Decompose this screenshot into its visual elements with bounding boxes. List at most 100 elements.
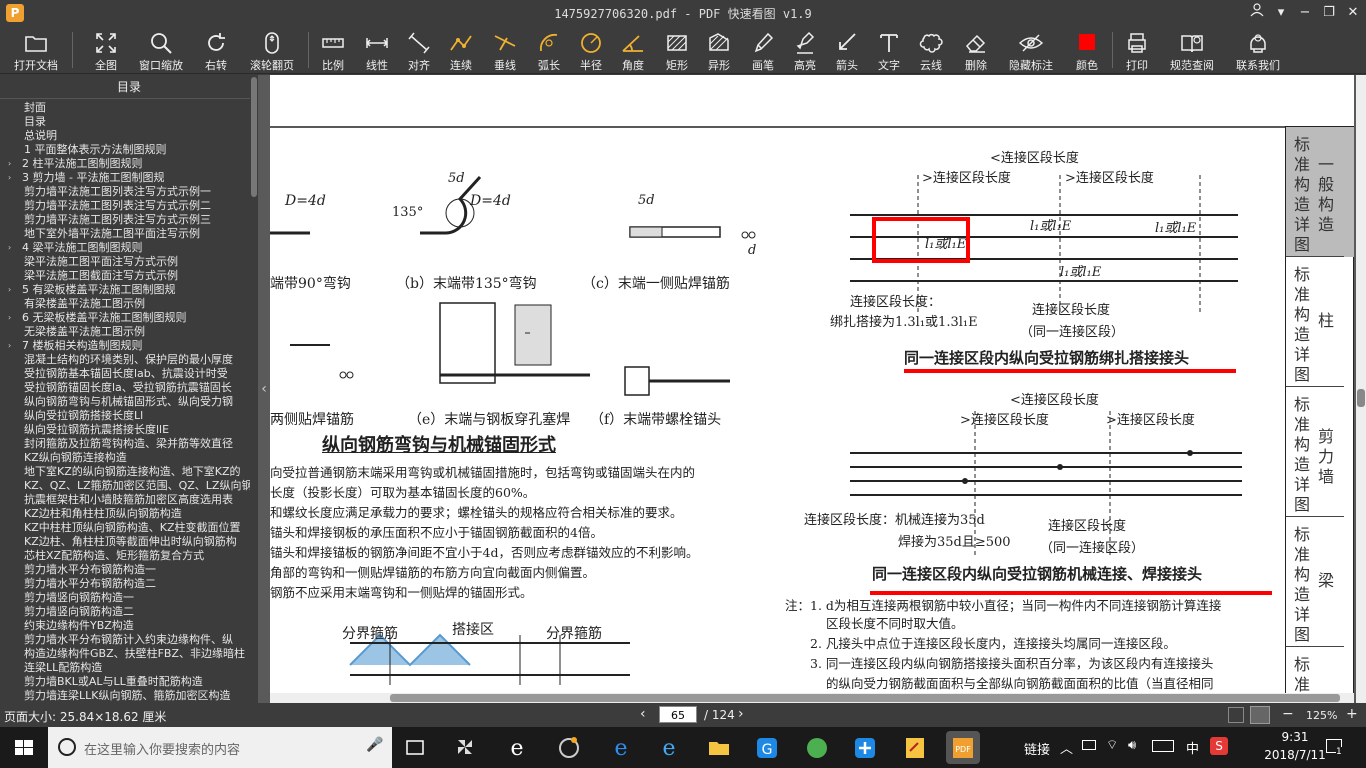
ime-indicator[interactable]: 中 xyxy=(1186,738,1199,757)
perpendicular-button[interactable]: 垂线 xyxy=(488,28,522,72)
vertical-scrollbar[interactable] xyxy=(1356,75,1366,703)
radius-button[interactable]: 半径 xyxy=(574,28,608,72)
microphone-icon[interactable]: 🎤 xyxy=(366,737,383,753)
toc-item[interactable]: 剪力墙水平分布钢筋构造一 xyxy=(0,563,250,577)
toc-item[interactable]: KZ纵向钢筋连接构造 xyxy=(0,451,250,465)
horizontal-scrollbar[interactable] xyxy=(270,693,1354,703)
toc-item[interactable]: › 2 柱平法施工图制图规则 xyxy=(0,157,250,171)
keyboard-icon[interactable] xyxy=(1152,740,1174,752)
toc-item[interactable]: 剪力墙连梁LLK纵向钢筋、箍筋加密区构造 xyxy=(0,689,250,701)
toc-item[interactable]: 有梁楼盖平法施工图示例 xyxy=(0,297,250,311)
toc-item[interactable]: 受拉钢筋锚固长度la、受拉钢筋抗震锚固长 xyxy=(0,381,250,395)
toc-item[interactable]: 总说明 xyxy=(0,129,250,143)
scroll-page-button[interactable]: 滚轮翻页 xyxy=(246,28,298,72)
toc-item[interactable]: 1 平面整体表示方法制图规则 xyxy=(0,143,250,157)
tray-expand-icon[interactable]: ︿ xyxy=(1060,738,1073,757)
toc-item[interactable]: 芯柱XZ配筋构造、矩形箍筋复合方式 xyxy=(0,549,250,563)
toc-item[interactable]: 混凝土结构的环境类别、保护层的最小厚度 xyxy=(0,353,250,367)
toc-item[interactable]: › 4 梁平法施工图制图规则 xyxy=(0,241,250,255)
app-icon-pinwheel[interactable] xyxy=(448,731,482,764)
ie-icon[interactable]: e xyxy=(500,731,534,764)
window-zoom-button[interactable]: 窗口缩放 xyxy=(136,28,186,72)
toc-item[interactable]: 受拉钢筋基本锚固长度lab、抗震设计时受 xyxy=(0,367,250,381)
arrow-button[interactable]: 箭头 xyxy=(830,28,864,72)
toc-item[interactable]: 连梁LL配筋构造 xyxy=(0,661,250,675)
file-explorer-icon[interactable] xyxy=(702,731,736,764)
network-icon[interactable]: ⌔ xyxy=(1106,737,1118,753)
collapse-sidebar-icon[interactable]: ‹ xyxy=(258,375,270,403)
app-icon-browser[interactable] xyxy=(552,731,586,764)
sidebar-scroll-thumb[interactable] xyxy=(251,77,257,197)
next-page-icon[interactable]: › xyxy=(738,706,744,722)
toc-item[interactable]: 封闭箍筋及拉筋弯钩构造、梁并筋等效直径 xyxy=(0,437,250,451)
toc-item[interactable]: 梁平法施工图截面注写方式示例 xyxy=(0,269,250,283)
highlight-button[interactable]: 高亮 xyxy=(788,28,822,72)
close-button[interactable]: ✕ xyxy=(1340,3,1366,23)
toc-item[interactable]: › 7 楼板相关构造制图规则 xyxy=(0,339,250,353)
toc-item[interactable]: 纵向受拉钢筋搭接长度Ll xyxy=(0,409,250,423)
expand-arrow-icon[interactable]: › xyxy=(8,339,11,353)
previous-page-icon[interactable]: ‹ xyxy=(640,706,646,722)
toc-item[interactable]: KZ、QZ、LZ箍筋加密区范围、QZ、LZ纵向钢 xyxy=(0,479,250,493)
task-view-icon[interactable] xyxy=(398,731,432,764)
cloud-line-button[interactable]: 云线 xyxy=(914,28,948,72)
ie-blue-icon[interactable]: e xyxy=(652,731,686,764)
toc-item[interactable]: 剪力墙竖向钢筋构造一 xyxy=(0,591,250,605)
rectangle-button[interactable]: 矩形 xyxy=(660,28,694,72)
toc-item[interactable]: 地下室KZ的纵向钢筋连接构造、地下室KZ的 xyxy=(0,465,250,479)
toc-item[interactable]: 剪力墙平法施工图列表注写方式示例三 xyxy=(0,213,250,227)
pen-button[interactable]: 画笔 xyxy=(746,28,780,72)
toc-item[interactable]: 地下室外墙平法施工图平面注写示例 xyxy=(0,227,250,241)
scale-button[interactable]: 比例 xyxy=(316,28,350,72)
toc-item[interactable]: 目录 xyxy=(0,115,250,129)
open-document-button[interactable]: 打开文档 xyxy=(8,28,64,72)
battery-icon[interactable] xyxy=(1082,740,1096,750)
contact-us-button[interactable]: 联系我们 xyxy=(1230,28,1286,72)
irregular-shape-button[interactable]: 异形 xyxy=(702,28,736,72)
color-picker-button[interactable]: 颜色 xyxy=(1070,28,1104,72)
toc-item[interactable]: 剪力墙BKL或AL与LL重叠时配筋构造 xyxy=(0,675,250,689)
expand-arrow-icon[interactable]: › xyxy=(8,311,11,325)
sidebar-scrollbar[interactable] xyxy=(250,75,258,703)
rotate-right-button[interactable]: 右转 xyxy=(198,28,234,72)
minimize-button[interactable]: − xyxy=(1292,3,1318,23)
align-measure-button[interactable]: 对齐 xyxy=(402,28,436,72)
app-icon-g[interactable]: G xyxy=(750,731,784,764)
hide-marks-button[interactable]: 隐藏标注 xyxy=(1004,28,1058,72)
print-button[interactable]: 打印 xyxy=(1120,28,1154,72)
angle-button[interactable]: 角度 xyxy=(616,28,650,72)
toc-item[interactable]: 约束边缘构件YBZ构造 xyxy=(0,619,250,633)
vertical-scroll-thumb[interactable] xyxy=(1357,389,1365,407)
sogou-ime-icon[interactable]: S xyxy=(1210,737,1228,755)
expand-arrow-icon[interactable]: › xyxy=(8,157,11,171)
toc-item[interactable]: › 6 无梁板楼盖平法施工图制图规则 xyxy=(0,311,250,325)
expand-arrow-icon[interactable]: › xyxy=(8,241,11,255)
user-icon[interactable] xyxy=(1244,3,1270,23)
restore-button[interactable]: ❐ xyxy=(1316,3,1342,23)
toc-item[interactable]: KZ边柱、角柱柱顶等截面伸出时纵向钢筋构 xyxy=(0,535,250,549)
two-page-view-icon[interactable] xyxy=(1228,707,1244,723)
toc-item[interactable]: › 3 剪力墙 - 平法施工图制图规 xyxy=(0,171,250,185)
delete-button[interactable]: 删除 xyxy=(958,28,994,72)
taskbar-search-box[interactable]: 在这里输入你要搜索的内容 🎤 xyxy=(48,727,392,768)
toc-item[interactable]: 抗震框架柱和小墙肢箍筋加密区高度选用表 xyxy=(0,493,250,507)
toc-item[interactable]: 剪力墙水平分布钢筋计入约束边缘构件、纵 xyxy=(0,633,250,647)
toc-item[interactable]: 剪力墙竖向钢筋构造二 xyxy=(0,605,250,619)
expand-arrow-icon[interactable]: › xyxy=(8,171,11,185)
zoom-out-icon[interactable]: − xyxy=(1282,706,1294,722)
start-button[interactable] xyxy=(0,727,48,768)
toc-item[interactable]: KZ边柱和角柱柱顶纵向钢筋构造 xyxy=(0,507,250,521)
app-icon-green[interactable] xyxy=(800,731,834,764)
fit-page-button[interactable]: 全图 xyxy=(88,28,124,72)
toc-item[interactable]: 剪力墙平法施工图列表注写方式示例二 xyxy=(0,199,250,213)
continuous-measure-button[interactable]: 连续 xyxy=(444,28,478,72)
app-icon-plus[interactable] xyxy=(848,731,882,764)
volume-icon[interactable]: 🔊︎ xyxy=(1128,738,1136,753)
toc-item[interactable]: 梁平法施工图平面注写方式示例 xyxy=(0,255,250,269)
pdf-viewer-taskbar-icon[interactable]: PDF xyxy=(946,731,980,764)
app-icon-notes[interactable] xyxy=(898,731,932,764)
standard-lookup-button[interactable]: 规范查阅 xyxy=(1164,28,1220,72)
menu-dropdown-icon[interactable]: ▾ xyxy=(1268,3,1294,23)
zoom-in-icon[interactable]: + xyxy=(1346,706,1358,722)
linear-measure-button[interactable]: 线性 xyxy=(360,28,394,72)
